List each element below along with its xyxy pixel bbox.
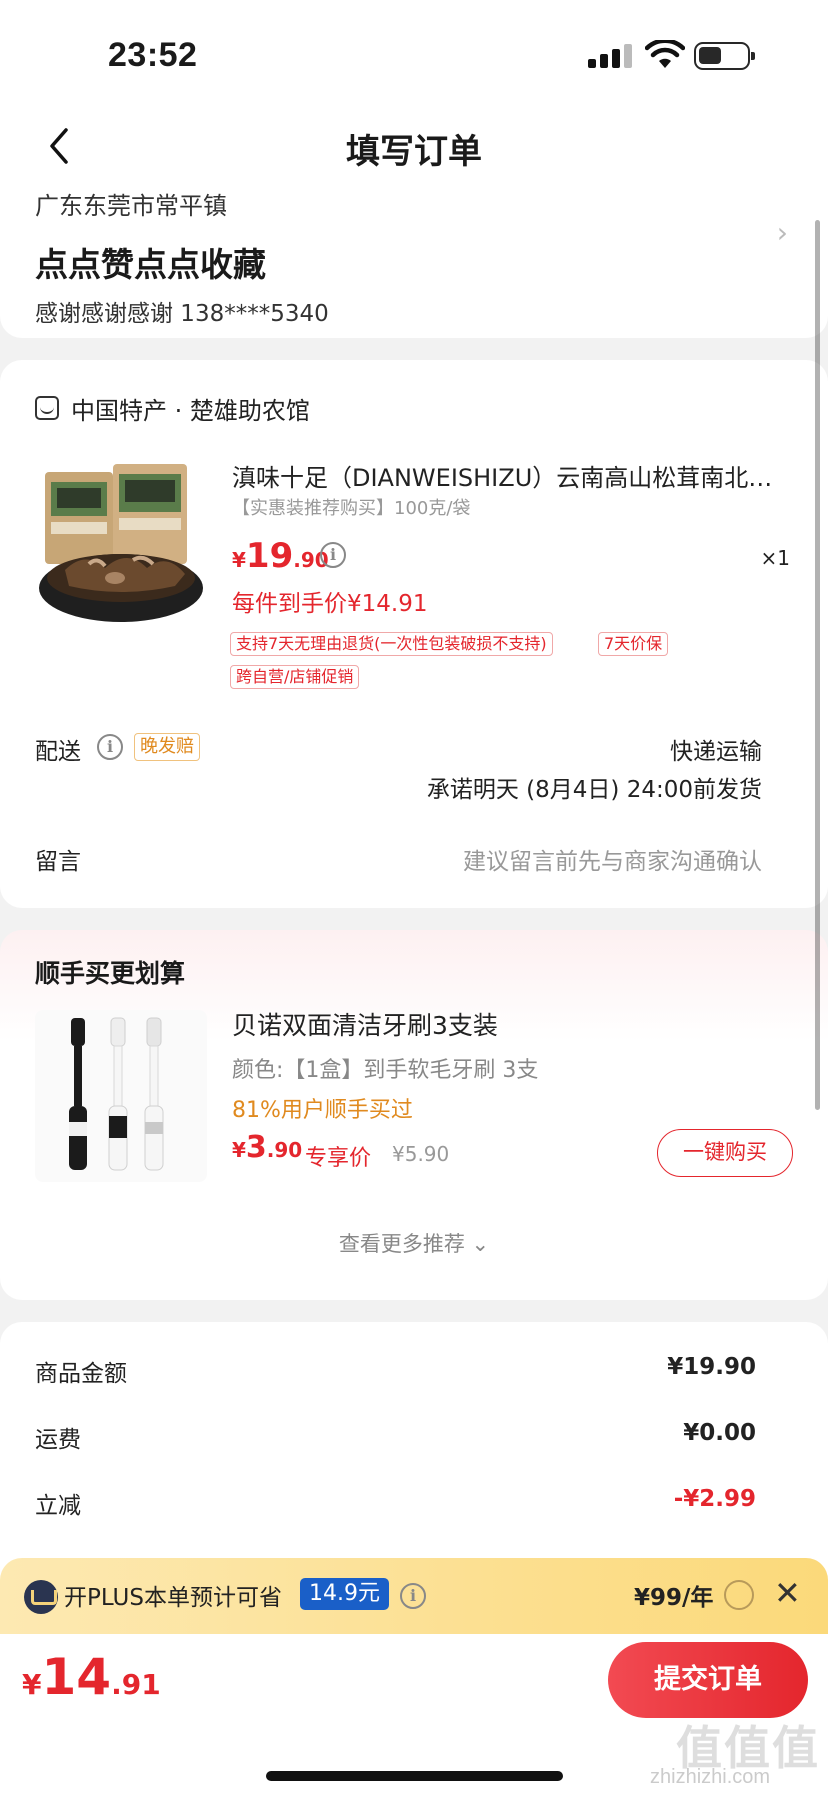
summary-label-discount: 立减 bbox=[35, 1493, 81, 1519]
plus-savings-badge: 14.9元 bbox=[300, 1578, 389, 1610]
promo-tag: 跨自营/店铺促销 bbox=[230, 665, 360, 689]
upsell-price-currency: ¥ bbox=[232, 1138, 246, 1162]
order-card: 中国特产 · 楚雄助农馆 滇味十足（DIANWEISHIZU）云南高山松茸南北…… bbox=[0, 360, 828, 908]
plus-promo-bar[interactable]: 开PLUS本单预计可省 14.9元 i ¥99/年 ✕ bbox=[0, 1558, 828, 1634]
page-title: 填写订单 bbox=[346, 132, 482, 172]
plus-price: ¥99/年 bbox=[634, 1585, 714, 1611]
wifi-icon bbox=[645, 40, 685, 68]
shipping-label: 配送 bbox=[35, 739, 81, 765]
cellular-signal-icon bbox=[588, 44, 632, 68]
upsell-title: 顺手买更划算 bbox=[35, 959, 186, 988]
return-policy-tag: 支持7天无理由退货(一次性包装破损不支持) bbox=[230, 632, 553, 656]
price-info-icon[interactable]: i bbox=[320, 542, 346, 568]
total-price: ¥ 14 .91 bbox=[22, 1648, 161, 1706]
upsell-card: 顺手买更划算 贝诺双面清洁牙刷3支装 颜色:【1盒】到手软毛牙刷 3支 81%用… bbox=[0, 930, 828, 1300]
product-quantity: ×1 bbox=[760, 546, 790, 570]
note-label: 留言 bbox=[35, 849, 81, 875]
address-card[interactable]: 广东东莞市常平镇 点点赞点点收藏 感谢感谢感谢 138****5340 › bbox=[0, 178, 828, 338]
close-icon[interactable]: ✕ bbox=[774, 1574, 801, 1612]
scrollbar[interactable] bbox=[815, 220, 820, 1110]
shop-icon bbox=[35, 396, 59, 420]
battery-icon bbox=[694, 42, 755, 70]
address-contact: 感谢感谢感谢 138****5340 bbox=[35, 301, 329, 327]
summary-label-shipping: 运费 bbox=[35, 1427, 81, 1453]
summary-label-goods: 商品金额 bbox=[35, 1361, 127, 1387]
upsell-bought-stat: 81%用户顺手买过 bbox=[232, 1098, 413, 1123]
total-decimal: .91 bbox=[111, 1668, 161, 1701]
status-time: 23:52 bbox=[108, 36, 198, 74]
home-indicator[interactable] bbox=[266, 1771, 563, 1781]
nav-bar: 填写订单 bbox=[0, 110, 828, 180]
summary-value-shipping: ¥0.00 bbox=[683, 1420, 756, 1446]
shipping-info-icon[interactable]: i bbox=[97, 734, 123, 760]
summary-value-discount: -¥2.99 bbox=[673, 1486, 756, 1512]
plus-promo-text: 开PLUS本单预计可省 bbox=[64, 1585, 282, 1611]
more-recommendations-link[interactable]: 查看更多推荐 ⌄ bbox=[0, 1228, 828, 1258]
watermark-text: zhizhizhi.com bbox=[650, 1766, 771, 1788]
upsell-product-spec[interactable]: 颜色:【1盒】到手软毛牙刷 3支 bbox=[232, 1052, 538, 1084]
upsell-price-integer: 3 bbox=[245, 1130, 267, 1165]
status-bar: 23:52 bbox=[0, 0, 828, 110]
product-image[interactable] bbox=[35, 460, 205, 630]
plus-crown-icon bbox=[24, 1580, 58, 1614]
product-spec[interactable]: 【实惠装推荐购买】100克/袋 bbox=[232, 494, 470, 520]
toothbrush-image[interactable] bbox=[35, 1010, 207, 1182]
total-integer: 14 bbox=[41, 1648, 112, 1706]
total-currency: ¥ bbox=[22, 1668, 42, 1701]
summary-value-goods: ¥19.90 bbox=[667, 1354, 756, 1380]
shop-name: 中国特产 · 楚雄助农馆 bbox=[71, 396, 310, 425]
upsell-price: ¥ 3 .90 bbox=[232, 1130, 302, 1165]
upsell-price-decimal: .90 bbox=[266, 1138, 303, 1162]
upsell-product-name[interactable]: 贝诺双面清洁牙刷3支装 bbox=[232, 1006, 498, 1042]
note-input[interactable]: 建议留言前先与商家沟通确认 bbox=[463, 842, 762, 876]
submit-order-button[interactable]: 提交订单 bbox=[608, 1642, 808, 1718]
plus-info-icon[interactable]: i bbox=[400, 1583, 426, 1609]
shipping-promise: 承诺明天 (8月4日) 24:00前发货 bbox=[426, 777, 762, 803]
net-price: 每件到手价¥14.91 bbox=[232, 591, 428, 617]
address-region: 广东东莞市常平镇 bbox=[35, 192, 227, 220]
upsell-price-label: 专享价 bbox=[305, 1146, 372, 1171]
chevron-right-icon[interactable]: › bbox=[777, 216, 788, 249]
plus-select-radio[interactable] bbox=[724, 1580, 754, 1610]
address-name: 点点赞点点收藏 bbox=[35, 245, 266, 284]
price-integer: 19 bbox=[245, 536, 294, 576]
late-compensation-tag: 晚发赔 bbox=[134, 733, 200, 761]
shop-row[interactable]: 中国特产 · 楚雄助农馆 bbox=[35, 390, 310, 426]
upsell-original-price: ¥5.90 bbox=[392, 1142, 450, 1166]
price-protect-tag: 7天价保 bbox=[598, 632, 669, 656]
price-currency: ¥ bbox=[232, 548, 246, 572]
product-title[interactable]: 滇味十足（DIANWEISHIZU）云南高山松茸南北… bbox=[232, 458, 792, 493]
shipping-method[interactable]: 快递运输 bbox=[670, 732, 762, 766]
product-price: ¥ 19 .90 bbox=[232, 536, 329, 576]
one-click-buy-button[interactable]: 一键购买 bbox=[657, 1129, 793, 1177]
